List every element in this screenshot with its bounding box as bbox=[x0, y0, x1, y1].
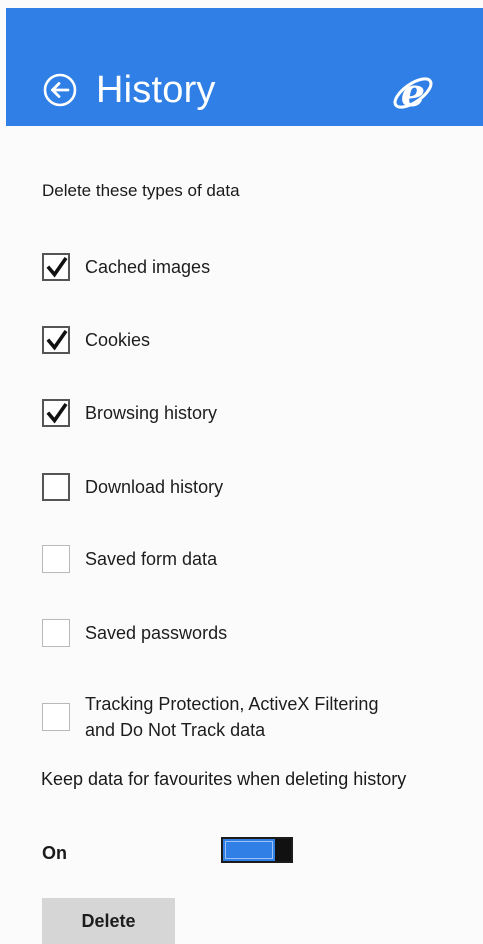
option-label: Cookies bbox=[85, 330, 151, 350]
option-saved-passwords[interactable]: Saved passwords bbox=[42, 619, 227, 647]
keep-favourites-toggle[interactable] bbox=[221, 837, 293, 863]
saved-form-data-checkbox[interactable] bbox=[42, 545, 70, 573]
toggle-track bbox=[225, 841, 273, 859]
checkmark-icon bbox=[46, 402, 68, 424]
delete-button[interactable]: Delete bbox=[42, 898, 175, 944]
toggle-state-label: On bbox=[42, 843, 67, 863]
back-arrow-circle-icon bbox=[43, 73, 77, 107]
option-label: Saved form data bbox=[85, 549, 218, 569]
keep-favourites-text: Keep data for favourites when deleting h… bbox=[41, 769, 407, 789]
option-label: Browsing history bbox=[85, 403, 218, 423]
back-button[interactable] bbox=[43, 73, 77, 107]
option-label: Download history bbox=[85, 477, 224, 497]
option-browsing-history[interactable]: Browsing history bbox=[42, 399, 217, 427]
option-saved-form-data[interactable]: Saved form data bbox=[42, 545, 217, 573]
cookies-checkbox[interactable] bbox=[42, 326, 70, 354]
option-label: Saved passwords bbox=[85, 623, 228, 643]
header-bar: History e bbox=[6, 8, 483, 126]
option-cached-images[interactable]: Cached images bbox=[42, 253, 210, 281]
option-tracking-protection[interactable]: Tracking Protection, ActiveX Filtering a… bbox=[42, 691, 405, 743]
checkmark-icon bbox=[46, 256, 68, 278]
download-history-checkbox[interactable] bbox=[42, 473, 70, 501]
page-title: History bbox=[96, 69, 216, 111]
option-download-history[interactable]: Download history bbox=[42, 473, 223, 501]
checkmark-icon bbox=[46, 329, 68, 351]
tracking-protection-checkbox[interactable] bbox=[42, 703, 70, 731]
saved-passwords-checkbox[interactable] bbox=[42, 619, 70, 647]
option-cookies[interactable]: Cookies bbox=[42, 326, 150, 354]
internet-explorer-logo-icon: e bbox=[391, 70, 435, 115]
cached-images-checkbox[interactable] bbox=[42, 253, 70, 281]
option-label: Tracking Protection, ActiveX Filtering a… bbox=[85, 694, 379, 740]
option-label: Cached images bbox=[85, 257, 211, 277]
toggle-thumb[interactable] bbox=[275, 839, 291, 861]
browsing-history-checkbox[interactable] bbox=[42, 399, 70, 427]
delete-types-heading: Delete these types of data bbox=[42, 181, 240, 200]
svg-text:e: e bbox=[401, 71, 425, 115]
